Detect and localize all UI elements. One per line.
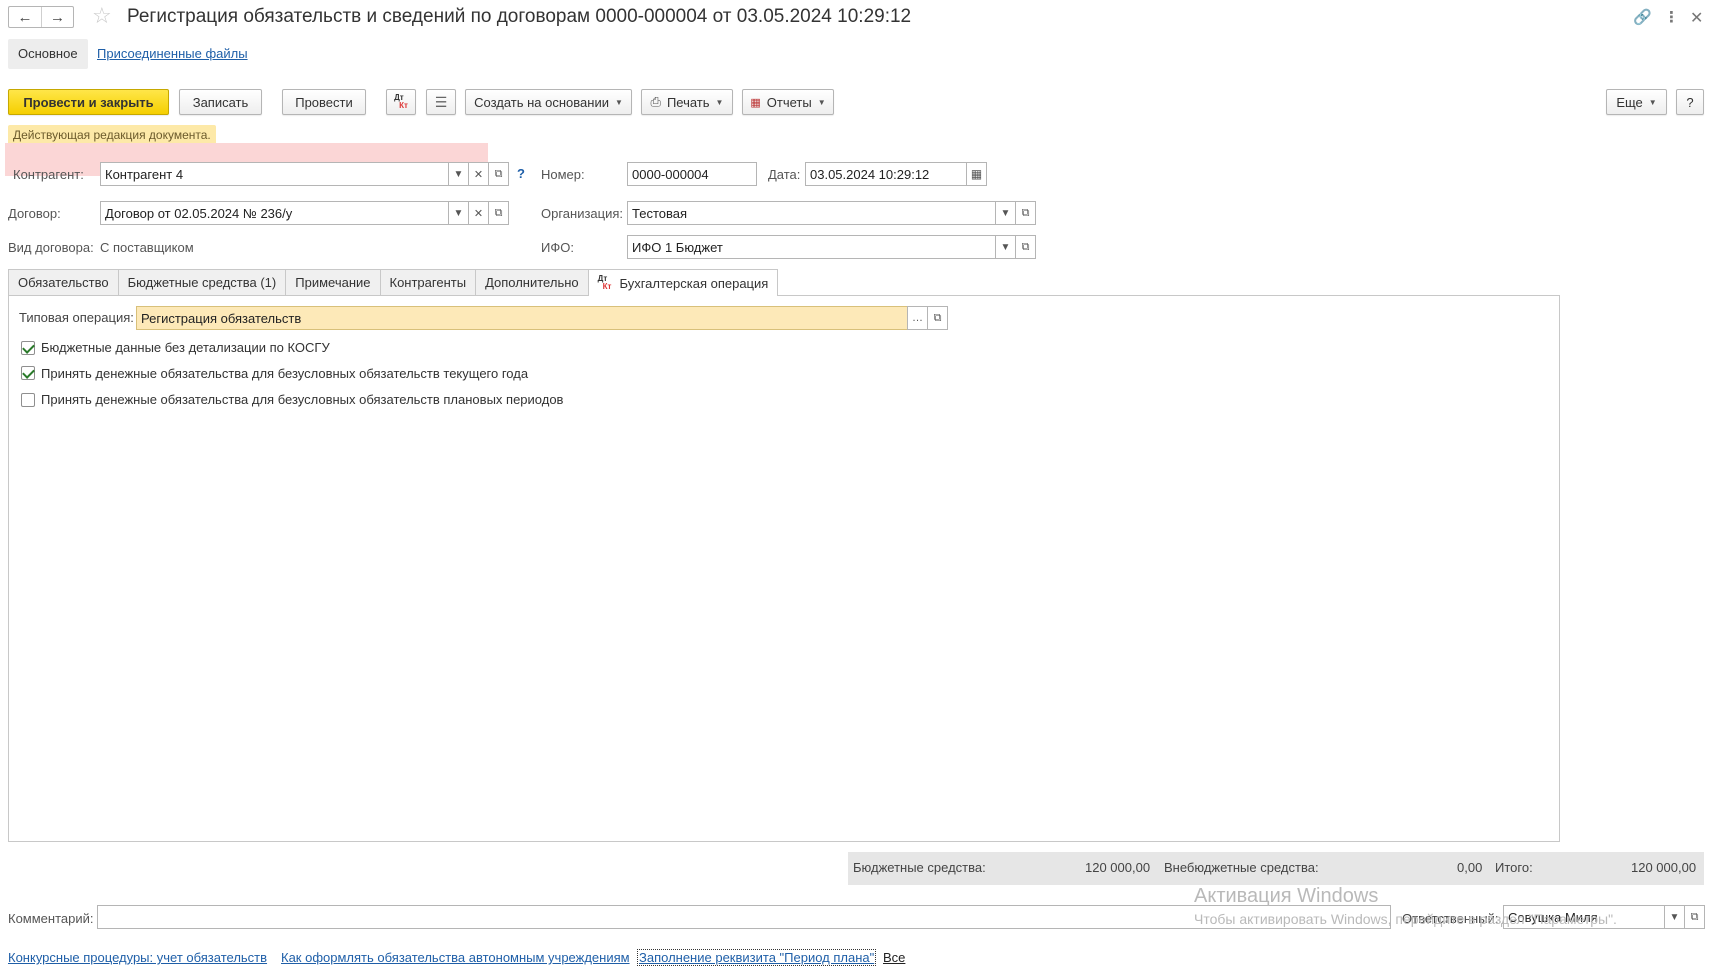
kontragent-label: Контрагент: — [13, 167, 84, 182]
open-icon[interactable]: ⧉ — [488, 201, 509, 225]
checkbox-current-year[interactable] — [21, 366, 35, 380]
help-button[interactable]: ? — [1676, 89, 1704, 115]
tab-strip: Обязательство Бюджетные средства (1) При… — [8, 269, 779, 296]
create-based-on-button[interactable]: Создать на основании ▼ — [465, 89, 632, 115]
checkbox-no-kosgu-detail[interactable] — [21, 341, 35, 355]
link-competitive-procedures[interactable]: Конкурсные процедуры: учет обязательств — [8, 950, 267, 965]
current-edition-notice: Действующая редакция документа. — [8, 125, 216, 145]
question-icon[interactable]: ? — [517, 166, 525, 181]
checkbox-no-kosgu-detail-label: Бюджетные данные без детализации по КОСГ… — [41, 340, 330, 355]
budget-funds-label: Бюджетные средства: — [853, 860, 986, 875]
chevron-down-icon: ▼ — [614, 97, 623, 107]
ifo-label: ИФО: — [541, 240, 574, 255]
clear-icon[interactable]: ✕ — [468, 162, 489, 186]
dogovor-label: Договор: — [8, 206, 61, 221]
chevron-down-icon: ▼ — [1648, 97, 1657, 107]
more-vertical-icon[interactable]: ⋮ — [1664, 8, 1679, 26]
window-title: Регистрация обязательств и сведений по д… — [127, 6, 912, 27]
tab-additional[interactable]: Дополнительно — [475, 269, 589, 295]
checkbox-planning-periods[interactable] — [21, 393, 35, 407]
navigation-buttons: ← → — [8, 6, 74, 28]
extra-budget-value: 0,00 — [1457, 860, 1483, 875]
document-list-button[interactable]: ☰ — [426, 89, 456, 115]
reports-button[interactable]: ▦ Отчеты ▼ — [742, 89, 834, 115]
section-main[interactable]: Основное — [8, 39, 88, 69]
chevron-down-icon[interactable]: ▼ — [448, 201, 469, 225]
link-icon[interactable]: 🔗 — [1633, 8, 1652, 26]
comment-label: Комментарий: — [8, 911, 94, 926]
tab-obligation[interactable]: Обязательство — [8, 269, 119, 295]
tab-note[interactable]: Примечание — [285, 269, 381, 295]
save-button[interactable]: Записать — [179, 89, 262, 115]
date-field[interactable]: 03.05.2024 10:29:12 — [805, 162, 967, 186]
open-icon[interactable]: ⧉ — [927, 306, 948, 330]
tab-contractors[interactable]: Контрагенты — [379, 269, 477, 295]
ifo-field[interactable]: ИФО 1 Бюджет — [627, 235, 996, 259]
tab-accounting-operation[interactable]: Дт Кт Бухгалтерская операция — [587, 269, 779, 296]
link-all[interactable]: Все — [883, 950, 905, 965]
print-button[interactable]: ⎙ Печать ▼ — [641, 89, 733, 115]
document-list-icon: ☰ — [434, 93, 448, 110]
chevron-down-icon: ▼ — [715, 97, 724, 107]
dt-kt-button[interactable]: Дт Кт — [386, 89, 416, 115]
dogovor-field[interactable]: Договор от 02.05.2024 № 236/у — [100, 201, 449, 225]
organization-label: Организация: — [541, 206, 624, 221]
dt-kt-icon: Дт Кт — [394, 93, 408, 110]
total-label: Итого: — [1495, 860, 1533, 875]
back-arrow-icon[interactable]: ← — [9, 7, 41, 27]
vid-dogovora-value: С поставщиком — [100, 240, 194, 255]
open-icon[interactable]: ⧉ — [1684, 905, 1705, 929]
chevron-down-icon: ▼ — [817, 97, 826, 107]
totals-bar: Бюджетные средства: 120 000,00 Внебюджет… — [848, 852, 1704, 885]
chevron-down-icon[interactable]: ▼ — [995, 235, 1016, 259]
link-autonomous-obligations[interactable]: Как оформлять обязательства автономным у… — [281, 950, 630, 965]
number-label: Номер: — [541, 167, 585, 182]
tab-budget-funds[interactable]: Бюджетные средства (1) — [117, 269, 287, 295]
budget-funds-value: 120 000,00 — [1085, 860, 1151, 875]
watermark-title: Активация Windows — [1194, 885, 1379, 907]
post-and-close-button[interactable]: Провести и закрыть — [8, 89, 169, 115]
forward-arrow-icon[interactable]: → — [41, 7, 73, 27]
operation-field[interactable]: Регистрация обязательств — [136, 306, 908, 330]
kontragent-field[interactable]: Контрагент 4 — [100, 162, 449, 186]
chevron-down-icon[interactable]: ▼ — [995, 201, 1016, 225]
chevron-down-icon[interactable]: ▼ — [1664, 905, 1685, 929]
printer-icon: ⎙ — [650, 94, 661, 109]
total-value: 120 000,00 — [1631, 860, 1697, 875]
checkbox-current-year-label: Принять денежные обязательства для безус… — [41, 366, 529, 381]
extra-budget-label: Внебюджетные средства: — [1164, 860, 1319, 875]
checkbox-planning-periods-label: Принять денежные обязательства для безус… — [41, 392, 564, 407]
report-chart-icon: ▦ — [750, 96, 761, 109]
calendar-icon[interactable]: ▦ — [966, 162, 987, 186]
clear-icon[interactable]: ✕ — [468, 201, 489, 225]
chevron-down-icon[interactable]: ▼ — [448, 162, 469, 186]
vid-dogovora-label: Вид договора: — [8, 240, 94, 255]
open-icon[interactable]: ⧉ — [488, 162, 509, 186]
link-plan-period[interactable]: Заполнение реквизита "Период плана" — [637, 949, 877, 966]
date-label: Дата: — [768, 167, 801, 182]
watermark-subtitle: Чтобы активировать Windows, перейдите в … — [1194, 911, 1617, 927]
open-icon[interactable]: ⧉ — [1015, 201, 1036, 225]
close-icon[interactable]: ✕ — [1690, 8, 1703, 28]
favorite-star-icon[interactable]: ☆ — [92, 3, 112, 29]
number-field[interactable]: 0000-000004 — [627, 162, 757, 186]
organization-field[interactable]: Тестовая — [627, 201, 996, 225]
more-button[interactable]: Еще ▼ — [1606, 89, 1667, 115]
post-button[interactable]: Провести — [282, 89, 366, 115]
operation-label: Типовая операция: — [19, 310, 134, 325]
section-attached-files[interactable]: Присоединенные файлы — [97, 46, 248, 61]
select-ellipsis-icon[interactable]: … — [907, 306, 928, 330]
open-icon[interactable]: ⧉ — [1015, 235, 1036, 259]
dt-kt-icon: Дт Кт — [597, 274, 612, 291]
